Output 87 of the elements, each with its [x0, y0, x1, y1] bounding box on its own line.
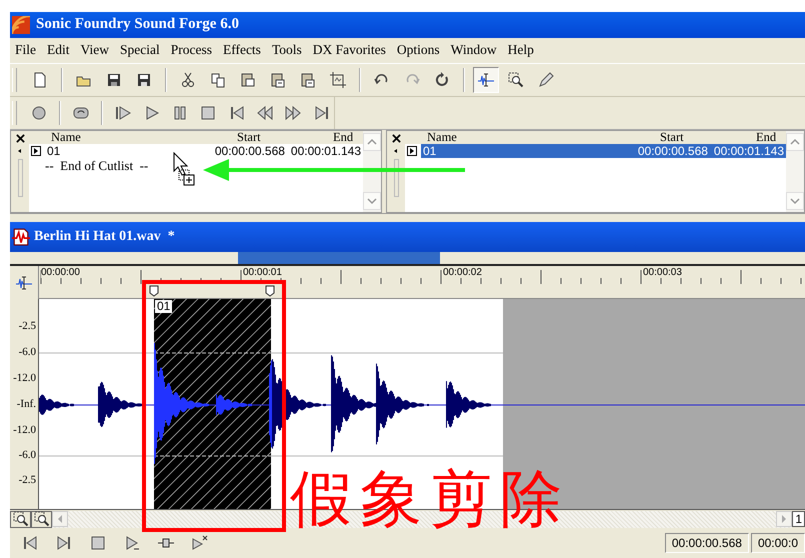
crop-icon	[330, 72, 346, 88]
ruler-time-label: 00:00:02	[443, 267, 483, 278]
fast-forward-icon	[285, 105, 302, 122]
menu-item[interactable]: Special	[114, 42, 166, 58]
selection-time-field: 00:00:00.568	[664, 533, 749, 554]
cut-icon	[180, 72, 196, 88]
menu-item[interactable]: View	[76, 42, 115, 58]
loop-icon	[73, 105, 90, 122]
menu-item[interactable]: Effects	[218, 42, 267, 58]
zoom-out-button[interactable]	[10, 510, 31, 528]
pencil-icon	[538, 72, 554, 88]
go-to-start-icon	[228, 105, 245, 122]
scroll-right-icon[interactable]	[776, 511, 792, 528]
play-icon[interactable]	[407, 146, 417, 156]
go-to-start-icon	[22, 535, 38, 552]
rewind-icon	[257, 105, 274, 122]
drag-copy-cursor-icon	[173, 152, 195, 186]
cutlist-row[interactable]: 01 00:00:00.568 00:00:01.143	[45, 144, 363, 158]
menu-item[interactable]: Process	[166, 42, 218, 58]
menu-item[interactable]: Edit	[42, 42, 76, 58]
play-icon[interactable]	[31, 146, 41, 156]
vertical-scrollbar[interactable]	[363, 131, 381, 212]
scroll-down-icon[interactable]	[363, 192, 381, 210]
stop-icon	[200, 105, 216, 122]
column-header[interactable]: End	[333, 131, 363, 144]
zoom-in-button[interactable]	[31, 510, 52, 528]
menu-item[interactable]: Tools	[266, 42, 308, 58]
close-icon[interactable]	[16, 134, 24, 144]
column-header[interactable]: End	[756, 131, 786, 144]
left-arrow-icon[interactable]	[16, 147, 24, 156]
db-label: -2.5	[18, 320, 36, 332]
column-header[interactable]: Name	[29, 131, 237, 144]
db-label: -12.0	[13, 372, 36, 384]
close-icon[interactable]	[392, 134, 400, 144]
document-title: Berlin Hi Hat 01.wav *	[34, 228, 175, 245]
audio-file-icon	[12, 228, 30, 246]
scroll-up-icon[interactable]	[786, 133, 804, 152]
app-logo-icon	[12, 16, 30, 34]
zoom-ratio-field[interactable]: 1	[792, 511, 805, 528]
region-label: 01	[155, 300, 172, 314]
paste-icon	[240, 72, 256, 88]
db-label: -Inf.	[16, 398, 36, 410]
column-header[interactable]: Start	[660, 131, 756, 144]
window-title: Sonic Foundry Sound Forge 6.0	[36, 16, 239, 34]
left-arrow-icon[interactable]	[392, 147, 400, 156]
vertical-scrollbar[interactable]	[786, 131, 804, 212]
ruler-time-label: 00:00:00	[41, 267, 81, 278]
db-label: -6.0	[18, 449, 36, 462]
region-marker-icon[interactable]	[265, 285, 275, 298]
column-header[interactable]: Start	[237, 131, 333, 144]
repeat-icon	[434, 72, 450, 88]
menu-item[interactable]: Help	[502, 42, 540, 58]
pause-icon	[172, 105, 188, 122]
cutlist-end-text: -- End of Cutlist --	[44, 158, 150, 174]
selection-time-field: 00:00:0	[750, 533, 805, 554]
play-all-icon	[115, 105, 132, 122]
cutlist-row[interactable]: 01 00:00:00.568 00:00:01.143	[421, 144, 786, 158]
menu-item[interactable]: File	[10, 42, 42, 58]
menu-item[interactable]: Options	[392, 42, 446, 58]
db-label: -2.5	[18, 474, 36, 486]
db-label: -12.0	[13, 424, 36, 436]
edit-tool-icon	[16, 274, 32, 291]
column-header[interactable]: Name	[405, 131, 660, 144]
save-icon	[106, 72, 122, 88]
tool-button[interactable]	[473, 67, 499, 94]
play-icon	[144, 105, 160, 122]
save-as-icon	[136, 72, 152, 88]
menu-item[interactable]: DX Favorites	[308, 42, 392, 58]
menu-item[interactable]: Window	[446, 42, 503, 58]
stop-icon	[90, 535, 106, 552]
ruler-time-label: 00:00:01	[243, 267, 283, 278]
new-file-icon	[32, 72, 48, 88]
scroll-up-icon[interactable]	[363, 133, 381, 152]
db-label: -6.0	[18, 346, 36, 358]
go-to-end-icon	[56, 535, 72, 552]
play-cursor-icon	[192, 535, 208, 552]
scroll-down-icon[interactable]	[786, 192, 804, 210]
record-icon	[30, 105, 47, 122]
ruler-time-label: 00:00:03	[643, 267, 683, 278]
region-marker-icon[interactable]	[149, 285, 159, 298]
go-to-end-icon	[314, 105, 330, 122]
copy-icon	[210, 72, 226, 88]
edit-tool-icon	[478, 72, 494, 88]
magnify-icon	[508, 72, 524, 88]
paste-mix-icon	[270, 72, 286, 88]
paste-crossfade-icon	[300, 72, 316, 88]
play-normal-icon	[124, 535, 140, 552]
